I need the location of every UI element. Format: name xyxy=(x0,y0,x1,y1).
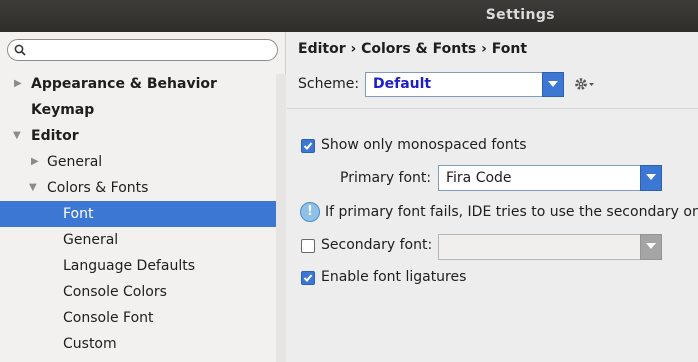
sidebar-item-editor-general[interactable]: ▶ General xyxy=(0,149,286,175)
scheme-dropdown[interactable]: Default xyxy=(365,72,564,97)
sidebar-item-custom[interactable]: Custom xyxy=(0,331,286,357)
gear-icon[interactable] xyxy=(573,75,597,93)
ligatures-label[interactable]: Enable font ligatures xyxy=(321,269,466,285)
sidebar-item-language-defaults[interactable]: Language Defaults xyxy=(0,253,286,279)
sidebar-item-label: General xyxy=(47,154,103,170)
sidebar-item-label: Language Defaults xyxy=(63,258,195,274)
show-monospaced-checkbox[interactable] xyxy=(301,139,315,153)
ligatures-checkbox[interactable] xyxy=(301,271,315,285)
sidebar-item-label: Console Colors xyxy=(63,284,167,300)
sidebar-item-colors-fonts[interactable]: ▼ Colors & Fonts xyxy=(0,175,286,201)
collapse-arrow-icon[interactable]: ▼ xyxy=(29,175,37,201)
primary-font-dropdown[interactable]: Fira Code xyxy=(438,165,662,191)
chevron-down-icon xyxy=(646,243,656,249)
sidebar-item-appearance-behavior[interactable]: ▶ Appearance & Behavior xyxy=(0,71,286,97)
sidebar-item-console-font[interactable]: Console Font xyxy=(0,305,286,331)
sidebar-item-label: Colors & Fonts xyxy=(47,180,149,196)
search-input[interactable] xyxy=(30,42,274,60)
secondary-font-checkbox[interactable] xyxy=(301,239,315,253)
checkmark-icon xyxy=(303,142,313,150)
search-icon xyxy=(14,44,26,56)
sidebar-item-console-colors[interactable]: Console Colors xyxy=(0,279,286,305)
scheme-value: Default xyxy=(373,76,432,92)
expand-arrow-icon[interactable]: ▶ xyxy=(14,71,22,97)
sidebar-item-keymap[interactable]: Keymap xyxy=(0,97,286,123)
settings-content: Editor › Colors & Fonts › Font Scheme: D… xyxy=(287,32,698,362)
sidebar-item-label: Custom xyxy=(63,336,117,352)
secondary-font-dropdown[interactable] xyxy=(438,234,662,260)
divider xyxy=(287,108,698,109)
sidebar-item-general[interactable]: General xyxy=(0,227,286,253)
secondary-font-dropdown-button[interactable] xyxy=(640,234,662,260)
sidebar-item-label: Appearance & Behavior xyxy=(31,76,217,92)
sidebar-item-label: Console Font xyxy=(63,310,154,326)
sidebar-item-font[interactable]: Font xyxy=(0,201,286,227)
window-title: Settings xyxy=(485,7,555,23)
expand-arrow-icon[interactable]: ▶ xyxy=(31,149,39,175)
show-monospaced-label[interactable]: Show only monospaced fonts xyxy=(321,137,527,153)
sidebar-item-label: Keymap xyxy=(31,102,95,118)
sidebar-item-label: General xyxy=(63,232,119,248)
scheme-dropdown-button[interactable] xyxy=(542,72,564,97)
info-icon: ! xyxy=(300,202,320,222)
title-bar: Settings xyxy=(0,0,698,32)
primary-font-value: Fira Code xyxy=(446,170,512,186)
primary-font-label: Primary font: xyxy=(340,170,432,186)
chevron-down-icon xyxy=(646,174,656,180)
scheme-label: Scheme: xyxy=(298,76,360,92)
settings-sidebar: ▶ Appearance & Behavior Keymap ▼ Editor … xyxy=(0,32,286,362)
chevron-down-icon xyxy=(548,81,558,87)
sidebar-item-label: Font xyxy=(63,206,94,222)
secondary-font-label[interactable]: Secondary font: xyxy=(321,237,432,253)
sidebar-item-editor[interactable]: ▼ Editor xyxy=(0,123,286,149)
primary-font-dropdown-button[interactable] xyxy=(640,165,662,191)
breadcrumb: Editor › Colors & Fonts › Font xyxy=(298,41,528,57)
checkmark-icon xyxy=(303,274,313,282)
collapse-arrow-icon[interactable]: ▼ xyxy=(13,123,21,149)
sidebar-item-label: Editor xyxy=(31,128,79,144)
info-message: If primary font fails, IDE tries to use … xyxy=(325,204,698,220)
search-field[interactable] xyxy=(7,39,278,61)
sidebar-scrollbar[interactable] xyxy=(276,74,286,362)
